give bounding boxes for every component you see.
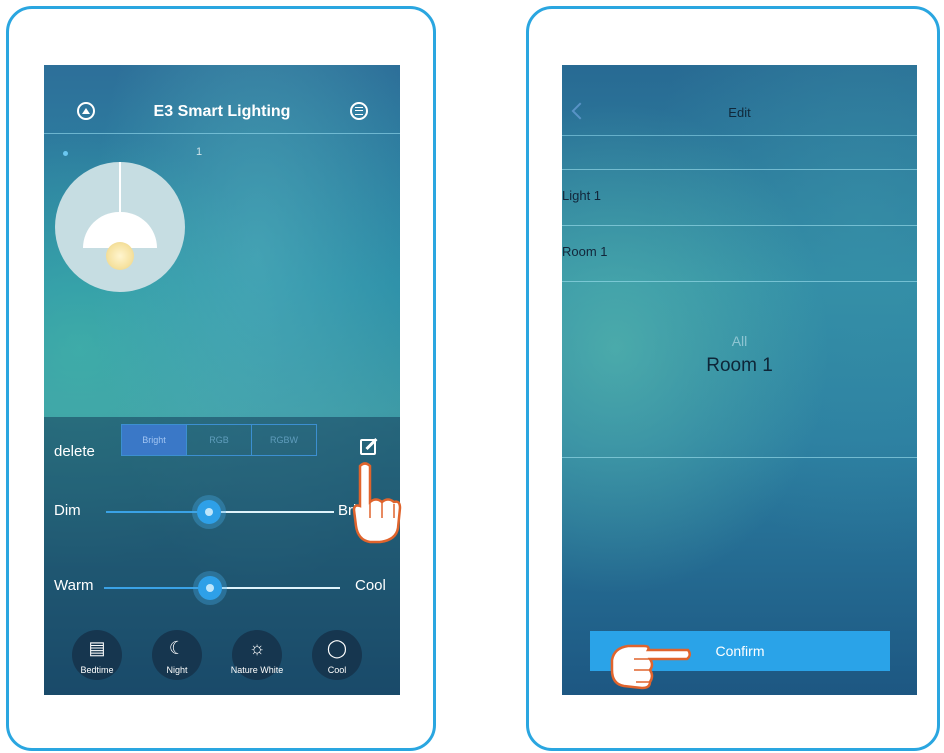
divider [562, 281, 917, 282]
bulb-icon: ◯ [326, 638, 348, 658]
divider [562, 457, 917, 458]
light-name-row[interactable]: Light 1 [562, 188, 601, 203]
brightness-min-label: Dim [54, 502, 81, 519]
app-title: E3 Smart Lighting [153, 103, 291, 120]
temperature-fill [104, 587, 211, 589]
pointing-hand-icon [352, 462, 402, 544]
scene-cool-button[interactable]: ◯ Cool [312, 630, 362, 680]
bed-icon: ▤ [88, 638, 106, 658]
mode-tabs: Bright RGB RGBW [121, 424, 317, 456]
divider [562, 169, 917, 170]
edit-header: Edit [562, 65, 917, 136]
scene-label: Cool [327, 665, 347, 675]
tab-bright[interactable]: Bright [122, 425, 186, 455]
temperature-min-label: Warm [54, 577, 94, 594]
scene-night-button[interactable]: ☾ Night [152, 630, 202, 680]
main-control-screen: E3 Smart Lighting 1 delete Bright RGB RG… [44, 65, 400, 695]
pointing-hand-icon [610, 644, 691, 690]
brightness-slider-knob[interactable] [196, 500, 221, 524]
scene-nature-white-button[interactable]: ☼ Nature White [231, 630, 283, 680]
edit-title: Edit [728, 105, 751, 120]
delete-button[interactable]: delete [54, 443, 95, 460]
page-indicator-dot [63, 151, 68, 156]
room-name-row[interactable]: Room 1 [562, 244, 608, 259]
scene-label: Nature White [230, 665, 284, 675]
scene-bedtime-button[interactable]: ▤ Bedtime [72, 630, 122, 680]
sun-icon: ☼ [248, 638, 266, 658]
tab-rgbw[interactable]: RGBW [251, 425, 316, 455]
moon-icon: ☾ [168, 638, 186, 658]
lamp-icon[interactable] [55, 162, 185, 292]
picker-option[interactable]: All [562, 333, 917, 349]
light-index: 1 [196, 146, 203, 158]
temperature-slider-knob[interactable] [198, 576, 223, 600]
brightness-fill [106, 511, 209, 513]
divider [562, 225, 917, 226]
scene-label: Bedtime [80, 665, 114, 675]
scene-label: Night [166, 665, 188, 675]
edit-icon[interactable] [360, 439, 376, 455]
tab-rgb[interactable]: RGB [186, 425, 251, 455]
temperature-max-label: Cool [355, 577, 386, 594]
app-header: E3 Smart Lighting [44, 65, 400, 134]
picker-selected-option[interactable]: Room 1 [562, 355, 917, 377]
edit-screen: Edit Light 1 Room 1 All Room 1 Confirm [562, 65, 917, 695]
menu-icon[interactable] [350, 102, 368, 120]
